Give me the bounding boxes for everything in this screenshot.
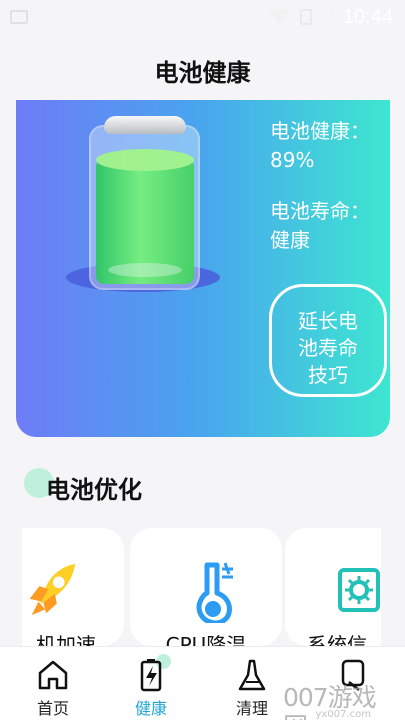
phone-boost-label: 机加速 [36, 633, 96, 646]
nav-home[interactable]: 首页 [3, 647, 103, 720]
status-time: 10:44 [342, 5, 393, 28]
battery-health-value: 89% [270, 148, 315, 172]
battery-level-fill [96, 149, 194, 284]
sim-icon [299, 9, 312, 25]
status-icons: 10:44 [267, 5, 393, 29]
system-info-label: 系统信 [307, 633, 367, 646]
tips-line-3: 技巧 [308, 362, 348, 387]
battery-health-info: 电池健康： 89% 电池寿命： 健康 [270, 117, 390, 255]
nav-health-label: 健康 [134, 699, 167, 718]
rocket-icon [29, 563, 76, 616]
broom-icon [238, 659, 266, 691]
phone-boost-card[interactable]: 机加速 [22, 528, 124, 646]
battery-health-label: 电池健康： [270, 119, 370, 143]
page-title: 电池健康 [154, 59, 251, 87]
cpu-cooling-label: CPU降温 [165, 633, 247, 646]
battery-health-icon [140, 659, 162, 692]
watermark-url: yx007.com [315, 709, 371, 720]
battery-tips-button[interactable]: 延长电 池寿命 技巧 [269, 284, 387, 397]
screenshot-icon [10, 10, 28, 24]
wifi-icon [267, 9, 290, 25]
battery-life-label: 电池寿命： [270, 199, 370, 223]
watermark-logo: 007游戏网 [283, 683, 377, 720]
optimization-tools: 机加速 CPU降温 系统信 [22, 528, 381, 646]
battery-cap [104, 116, 186, 134]
cpu-cooling-card[interactable]: CPU降温 [130, 528, 282, 646]
tips-line-2: 池寿命 [298, 335, 358, 360]
system-info-icon [338, 568, 380, 612]
system-info-card[interactable]: 系统信 [285, 528, 381, 646]
battery-health-block: 电池健康： 89% [270, 117, 390, 175]
battery-health-card: 电池健康： 89% 电池寿命： 健康 延长电 池寿命 技巧 [16, 100, 390, 437]
nav-health[interactable]: 健康 [101, 647, 201, 720]
battery-life-value: 健康 [270, 228, 310, 252]
tips-line-1: 延长电 [298, 308, 358, 333]
status-bar: 10:44 [0, 0, 405, 34]
nav-home-label: 首页 [36, 699, 69, 718]
home-icon [38, 660, 68, 690]
section-title: 电池优化 [46, 476, 142, 504]
battery-illustration [66, 116, 226, 296]
battery-status-icon [321, 7, 333, 27]
thermometer-icon [196, 562, 233, 623]
battery-life-block: 电池寿命： 健康 [270, 197, 390, 255]
